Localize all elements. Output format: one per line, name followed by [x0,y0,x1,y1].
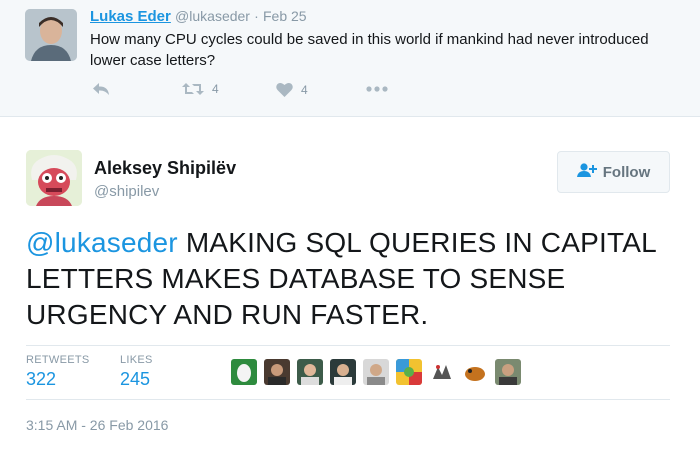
avatar[interactable] [25,9,77,61]
parent-tweet-header: Lukas Eder @lukaseder · Feb 25 [90,8,307,25]
avatar[interactable] [429,359,455,385]
more-icon [366,86,388,92]
reply-icon [92,82,110,96]
avatar[interactable] [330,359,356,385]
author-handle[interactable]: @shipilev [94,183,159,200]
mention-link[interactable]: @lukaseder [26,227,178,258]
separator: · [254,8,259,24]
likes-value: 245 [120,369,151,389]
author-handle[interactable]: @lukaseder [175,8,250,24]
tweet-actions [26,448,326,457]
retweet-icon [182,82,204,96]
retweets-stat[interactable]: RETWEETS 322 [26,354,90,390]
add-user-icon [576,162,603,182]
author-name[interactable]: Lukas Eder [90,8,171,25]
retweets-label: RETWEETS [26,354,90,366]
avatar[interactable] [264,359,290,385]
likes-label: LIKES [120,354,153,366]
like-count: 4 [301,82,308,97]
avatar[interactable] [495,359,521,385]
tweet-stats: RETWEETS 322 LIKES 245 [26,345,670,400]
retweets-value: 322 [26,369,57,389]
tweet-time[interactable]: Feb 25 [263,8,307,24]
reply-button[interactable] [92,82,110,96]
retweet-button[interactable]: 4 [182,82,219,96]
retweet-icon[interactable] [118,452,140,457]
heart-icon[interactable] [214,452,231,457]
tweet-text: How many CPU cycles could be saved in th… [90,31,649,69]
tweet-timestamp[interactable]: 3:15 AM - 26 Feb 2016 [26,417,168,433]
avatar[interactable] [26,150,82,206]
likers-avatars [231,359,528,385]
retweet-count: 4 [212,82,219,96]
avatar[interactable] [231,359,257,385]
avatar[interactable] [363,359,389,385]
like-button[interactable]: 4 [276,82,308,97]
avatar[interactable] [396,359,422,385]
tweet-text: @lukaseder MAKING SQL QUERIES IN CAPITAL… [26,225,666,333]
author-name[interactable]: Aleksey Shipilëv [94,158,236,179]
tweet-actions: 4 4 [90,82,410,102]
more-button[interactable] [366,86,388,92]
heart-icon [276,82,293,97]
reply-icon[interactable] [28,452,46,457]
avatar[interactable] [297,359,323,385]
follow-button[interactable]: Follow [557,151,670,193]
avatar[interactable] [462,359,488,385]
parent-tweet: Lukas Eder @lukaseder · Feb 25 How many … [0,0,700,117]
likes-stat[interactable]: LIKES 245 [120,354,153,390]
follow-label: Follow [602,163,651,181]
